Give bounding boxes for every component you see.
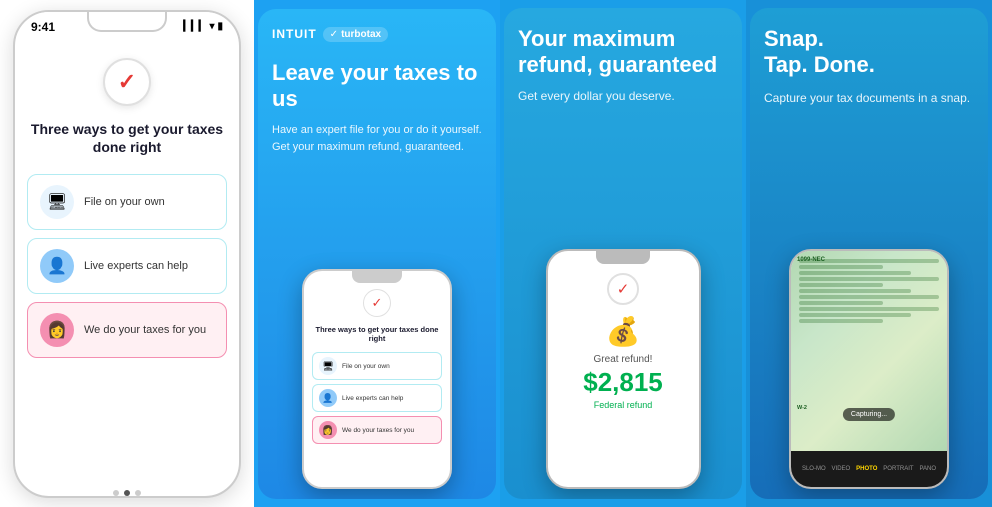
cam-mode-pano: PANO bbox=[919, 466, 936, 472]
doc-line-4 bbox=[799, 277, 939, 281]
option-label-1: File on your own bbox=[84, 196, 165, 208]
panel-4-inner: Snap.Tap. Done. Capture your tax documen… bbox=[750, 8, 988, 499]
mini-label-1: File on your own bbox=[342, 363, 390, 370]
dot-2-active bbox=[124, 490, 130, 496]
option-card-2[interactable]: 👤 Live experts can help bbox=[27, 238, 227, 294]
doc-line-10 bbox=[799, 313, 911, 317]
panel4-headline: Snap.Tap. Done. bbox=[764, 26, 974, 79]
page-dots bbox=[113, 490, 141, 496]
phone-notch-1 bbox=[87, 12, 167, 32]
mini-label-2: Live experts can help bbox=[342, 395, 403, 402]
mini-label-3: We do your taxes for you bbox=[342, 427, 414, 434]
panel4-subtext: Capture your tax documents in a snap. bbox=[764, 89, 974, 107]
doc-line-2 bbox=[799, 265, 883, 269]
refund-notch bbox=[596, 251, 650, 264]
dot-3 bbox=[135, 490, 141, 496]
refund-phone-wrap: ✓ 💰 Great refund! $2,815 Federal refund bbox=[518, 123, 728, 489]
mini-icon-3: 👩 bbox=[319, 421, 337, 439]
camera-phone: 1099-NEC W-2 Capturing... bbox=[789, 249, 949, 489]
panel-2-blue: INTUIT ✓ turbotax Leave your taxes to us… bbox=[254, 0, 500, 507]
option-card-3[interactable]: 👩 We do your taxes for you bbox=[27, 302, 227, 358]
phone-content-1: ✓ Three ways to get your taxes done righ… bbox=[15, 38, 239, 482]
battery-icon: ▮ bbox=[217, 21, 223, 32]
mini-phone-title: Three ways to get your taxes done right bbox=[312, 325, 442, 345]
panel-2-inner: INTUIT ✓ turbotax Leave your taxes to us… bbox=[258, 9, 496, 499]
status-icons: ▎▎▎ ▾ ▮ bbox=[183, 21, 223, 32]
wifi-icon: ▾ bbox=[209, 21, 214, 32]
mini-notch bbox=[352, 271, 402, 283]
refund-amount: $2,815 bbox=[583, 367, 663, 398]
cam-mode-video: VIDEO bbox=[832, 466, 851, 472]
turbotax-check-icon: ✓ bbox=[330, 29, 338, 40]
doc-line-11 bbox=[799, 319, 883, 323]
camera-screen: 1099-NEC W-2 Capturing... bbox=[791, 251, 947, 451]
dot-1 bbox=[113, 490, 119, 496]
turbotax-badge: ✓ turbotax bbox=[323, 27, 388, 42]
intuit-logo: INTUIT ✓ turbotax bbox=[272, 27, 482, 42]
refund-check-circle: ✓ bbox=[607, 273, 639, 305]
option-label-3: We do your taxes for you bbox=[84, 324, 206, 336]
expert-icon: 👤 bbox=[40, 249, 74, 283]
refund-label: Great refund! bbox=[594, 354, 653, 365]
doc-line-8 bbox=[799, 301, 883, 305]
refund-check-icon: ✓ bbox=[617, 280, 630, 298]
panel4-headline-text: Snap.Tap. Done. bbox=[764, 26, 875, 77]
checkmark-icon: ✓ bbox=[118, 69, 136, 95]
cam-mode-portrait: PORTRAIT bbox=[883, 466, 913, 472]
doc-line-3 bbox=[799, 271, 911, 275]
cam-mode-photo: PHOTO bbox=[856, 466, 877, 472]
doc-line-9 bbox=[799, 307, 939, 311]
mini-icon-2: 👤 bbox=[319, 389, 337, 407]
capturing-badge: Capturing... bbox=[843, 408, 895, 421]
doc-label-top: 1099-NEC bbox=[797, 257, 825, 263]
mini-option-1: 🖥 File on your own bbox=[312, 352, 442, 380]
panel-4-blue: Snap.Tap. Done. Capture your tax documen… bbox=[746, 0, 992, 507]
mini-check-icon: ✓ bbox=[372, 295, 383, 311]
phone-frame-1: 9:41 ▎▎▎ ▾ ▮ ✓ Three ways to get your ta… bbox=[13, 10, 241, 498]
panel-3-blue: Your maximum refund, guaranteed Get ever… bbox=[500, 0, 746, 507]
intuit-text: INTUIT bbox=[272, 27, 317, 41]
mini-option-3: 👩 We do your taxes for you bbox=[312, 416, 442, 444]
refund-type: Federal refund bbox=[594, 400, 653, 410]
refund-phone: ✓ 💰 Great refund! $2,815 Federal refund bbox=[546, 249, 701, 489]
mini-icon-1: 🖥 bbox=[319, 357, 337, 375]
doc-line-6 bbox=[799, 289, 911, 293]
panel2-subtext: Have an expert file for you or do it you… bbox=[272, 122, 482, 155]
money-icon: 💰 bbox=[606, 315, 641, 348]
signal-icon: ▎▎▎ bbox=[183, 21, 206, 32]
panel3-headline: Your maximum refund, guaranteed bbox=[518, 26, 728, 79]
camera-phone-wrap: 1099-NEC W-2 Capturing... bbox=[764, 123, 974, 489]
tax-doc-bg: 1099-NEC W-2 Capturing... bbox=[791, 251, 947, 451]
doc-line-5 bbox=[799, 283, 883, 287]
option-label-2: Live experts can help bbox=[84, 260, 188, 272]
expert-full-icon: 👩 bbox=[40, 313, 74, 347]
doc-line-7 bbox=[799, 295, 939, 299]
phone-title: Three ways to get your taxes done right bbox=[27, 120, 227, 156]
panel-3-inner: Your maximum refund, guaranteed Get ever… bbox=[504, 8, 742, 499]
panel2-headline: Leave your taxes to us bbox=[272, 60, 482, 113]
option-card-1[interactable]: 🖥 File on your own bbox=[27, 174, 227, 230]
camera-bar: SLO-MO VIDEO PHOTO PORTRAIT PANO bbox=[791, 451, 947, 487]
mini-checkmark: ✓ bbox=[363, 289, 391, 317]
w2-label: W-2 bbox=[797, 405, 807, 411]
mini-phone-wrap: ✓ Three ways to get your taxes done righ… bbox=[272, 169, 482, 488]
mini-option-2: 👤 Live experts can help bbox=[312, 384, 442, 412]
checkmark-circle: ✓ bbox=[103, 58, 151, 106]
cam-mode-slomo: SLO-MO bbox=[802, 466, 826, 472]
status-time: 9:41 bbox=[31, 20, 55, 34]
panel3-subtext: Get every dollar you deserve. bbox=[518, 89, 728, 103]
file-own-icon: 🖥 bbox=[40, 185, 74, 219]
panel-1-white: 9:41 ▎▎▎ ▾ ▮ ✓ Three ways to get your ta… bbox=[0, 0, 254, 507]
mini-phone: ✓ Three ways to get your taxes done righ… bbox=[302, 269, 452, 489]
turbotax-label: turbotax bbox=[341, 29, 381, 40]
